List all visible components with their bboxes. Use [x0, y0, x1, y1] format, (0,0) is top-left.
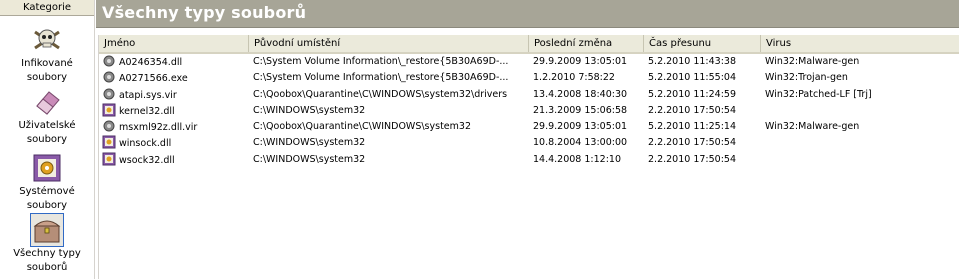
- file-modified: 10.8.2004 13:00:00: [533, 137, 628, 149]
- file-location: C:\Qoobox\Quarantine\C\WINDOWS\system32\…: [253, 88, 508, 100]
- table-row[interactable]: winsock.dll C:\WINDOWS\system32 10.8.200…: [99, 135, 959, 151]
- category-label: Infikované: [21, 58, 73, 69]
- category-sidebar: Kategorie Infikované soubory Uživatelské…: [0, 0, 95, 279]
- file-moved: 2.2.2010 17:50:54: [648, 104, 736, 116]
- file-moved: 2.2.2010 17:50:54: [648, 153, 736, 165]
- gear-icon: [103, 71, 115, 83]
- table-row[interactable]: msxml92z.dll.vir C:\Qoobox\Quarantine\C\…: [99, 119, 959, 135]
- gear-icon: [103, 55, 115, 67]
- column-header-name[interactable]: Jméno: [99, 35, 249, 52]
- file-location: C:\WINDOWS\system32: [253, 104, 366, 116]
- file-list[interactable]: Jméno Původní umístění Poslední změna Ča…: [98, 35, 959, 279]
- column-header-location[interactable]: Původní umístění: [249, 35, 529, 52]
- table-row[interactable]: wsock32.dll C:\WINDOWS\system32 14.4.200…: [99, 152, 959, 168]
- category-system-files[interactable]: Systémové soubory: [0, 152, 94, 212]
- category-user-files[interactable]: Uživatelské soubory: [0, 86, 94, 146]
- file-virus: Win32:Trojan-gen: [765, 72, 848, 84]
- file-name: wsock32.dll: [119, 154, 175, 166]
- file-moved: 5.2.2010 11:55:04: [648, 72, 736, 84]
- file-virus: [761, 152, 959, 168]
- file-modified: 29.9.2009 13:05:01: [533, 56, 628, 67]
- category-infected-files[interactable]: Infikované soubory: [0, 24, 94, 84]
- category-label: Uživatelské: [18, 120, 76, 131]
- table-row[interactable]: A0271566.exe C:\System Volume Informatio…: [99, 70, 959, 86]
- file-location: C:\Qoobox\Quarantine\C\WINDOWS\system32: [253, 121, 471, 133]
- file-modified: 1.2.2010 7:58:22: [533, 72, 615, 84]
- file-location: C:\WINDOWS\system32: [253, 137, 366, 149]
- file-location: C:\WINDOWS\system32: [253, 153, 366, 165]
- eraser-icon: [36, 91, 60, 115]
- file-modified: 13.4.2008 18:40:30: [533, 88, 628, 100]
- skull-icon: [34, 29, 60, 50]
- dll-icon: [102, 103, 116, 117]
- column-header-moved[interactable]: Čas přesunu: [644, 35, 761, 52]
- file-virus: Win32:Malware-gen: [765, 121, 860, 133]
- column-header-virus[interactable]: Virus: [761, 35, 959, 52]
- file-moved: 2.2.2010 17:50:54: [648, 137, 736, 149]
- system-file-icon: [33, 154, 61, 182]
- column-header-row: Jméno Původní umístění Poslední změna Ča…: [99, 35, 959, 54]
- dll-icon: [102, 152, 116, 166]
- file-name: A0246354.dll: [119, 57, 183, 68]
- file-name: winsock.dll: [119, 138, 172, 150]
- file-modified: 14.4.2008 1:12:10: [533, 153, 621, 165]
- category-label: soubory: [26, 200, 68, 211]
- file-name: atapi.sys.vir: [119, 89, 177, 101]
- category-label: Všechny typy: [13, 248, 81, 259]
- file-location: C:\System Volume Information\_restore{5B…: [253, 56, 509, 67]
- category-label: soubory: [26, 134, 68, 145]
- category-all-files[interactable]: Všechny typy souborů: [0, 213, 94, 274]
- table-row[interactable]: atapi.sys.vir C:\Qoobox\Quarantine\C\WIN…: [99, 87, 959, 103]
- gear-icon: [103, 88, 115, 100]
- file-moved: 5.2.2010 11:43:38: [648, 56, 736, 67]
- chest-icon: [30, 213, 64, 247]
- file-virus: [761, 135, 959, 151]
- file-moved: 5.2.2010 11:24:59: [648, 88, 736, 100]
- file-name: A0271566.exe: [119, 73, 188, 85]
- page-title: Všechny typy souborů: [102, 3, 307, 22]
- file-virus: Win32:Malware-gen: [765, 56, 860, 67]
- sidebar-header: Kategorie: [0, 0, 94, 16]
- gear-icon: [103, 120, 115, 132]
- category-label: souborů: [26, 262, 68, 273]
- file-location: C:\System Volume Information\_restore{5B…: [253, 72, 509, 84]
- category-label: soubory: [26, 72, 68, 83]
- file-virus: Win32:Patched-LF [Trj]: [765, 88, 872, 100]
- file-modified: 29.9.2009 13:05:01: [533, 121, 628, 133]
- file-modified: 21.3.2009 15:06:58: [533, 104, 628, 116]
- panel-title-bar: Všechny typy souborů: [96, 0, 959, 28]
- category-label: Systémové: [19, 186, 75, 197]
- file-name: msxml92z.dll.vir: [119, 122, 198, 134]
- column-header-modified[interactable]: Poslední změna: [529, 35, 644, 52]
- table-row[interactable]: kernel32.dll C:\WINDOWS\system32 21.3.20…: [99, 103, 959, 119]
- file-moved: 5.2.2010 11:25:14: [648, 121, 736, 133]
- dll-icon: [102, 135, 116, 149]
- file-virus: [761, 103, 959, 119]
- table-row[interactable]: A0246354.dll C:\System Volume Informatio…: [99, 54, 959, 70]
- file-name: kernel32.dll: [119, 105, 175, 117]
